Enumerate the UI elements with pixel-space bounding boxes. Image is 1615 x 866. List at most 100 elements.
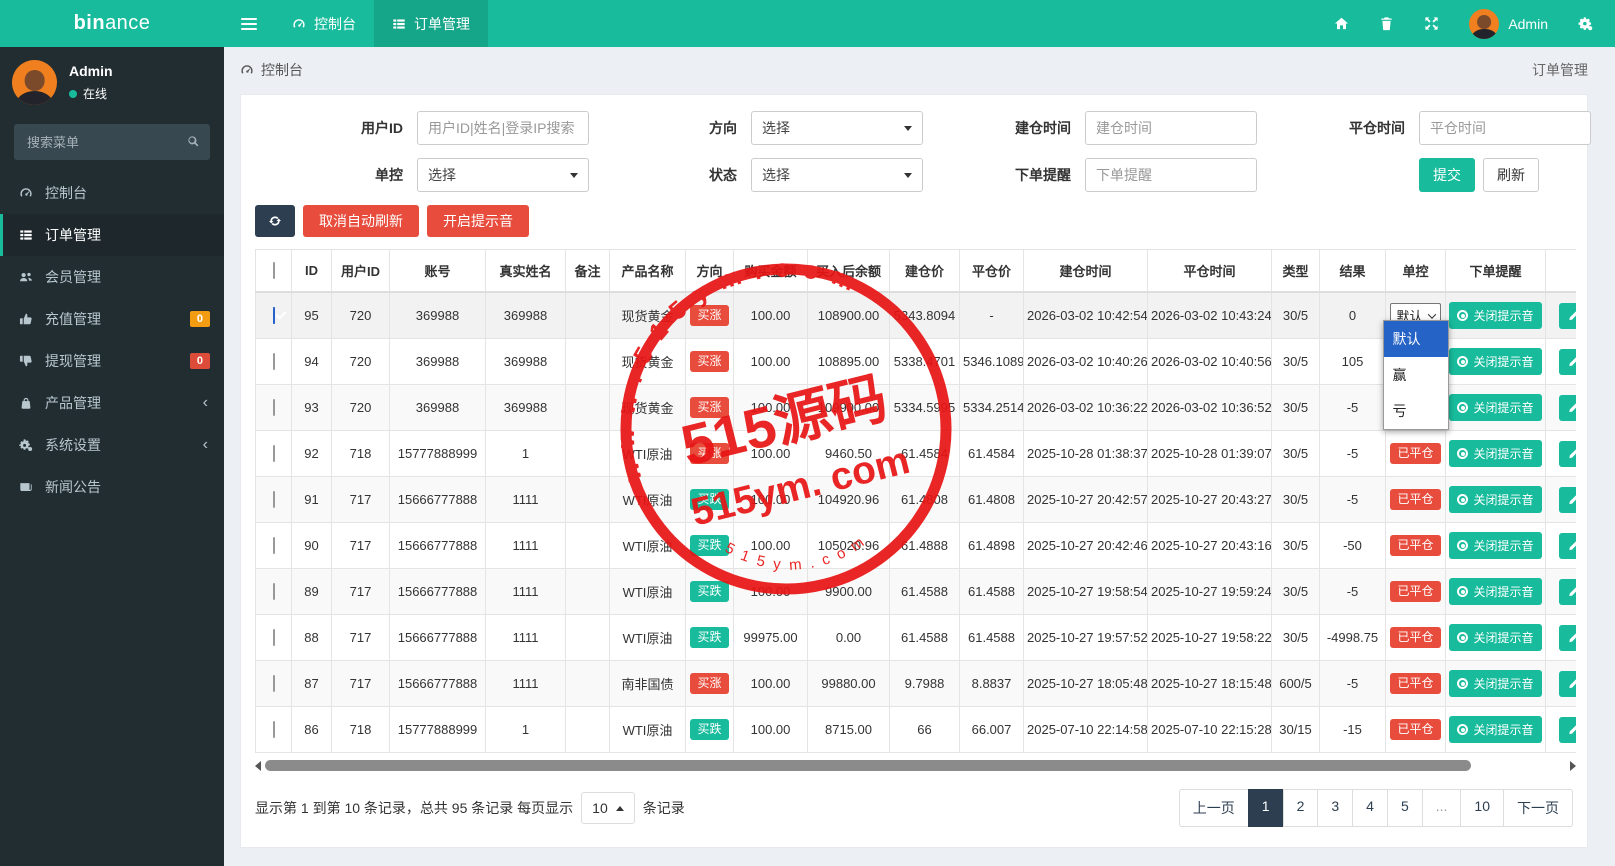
page-button-10[interactable]: 10	[1460, 789, 1504, 827]
top-nav-item-订单管理[interactable]: 订单管理	[374, 0, 488, 47]
column-header[interactable]: 类型	[1271, 249, 1320, 293]
row-checkbox[interactable]	[272, 675, 275, 692]
close-sound-button[interactable]: 关闭提示音	[1449, 302, 1542, 329]
page-button-2[interactable]: 2	[1282, 789, 1319, 827]
user-menu[interactable]: Admin	[1469, 8, 1548, 39]
breadcrumb-current[interactable]: 控制台	[261, 60, 303, 80]
sidebar-item-产品管理[interactable]: 产品管理 ‹	[0, 382, 224, 424]
select-all-checkbox[interactable]	[272, 262, 275, 279]
enable-sound-button[interactable]: 开启提示音	[427, 205, 529, 237]
edit-button[interactable]	[1558, 716, 1576, 743]
edit-button[interactable]	[1558, 624, 1576, 651]
scrollbar-track[interactable]	[265, 760, 1562, 771]
control-option-赢[interactable]: 赢	[1384, 357, 1448, 393]
column-header[interactable]: 账号	[389, 249, 486, 293]
column-header[interactable]: 建仓价	[889, 249, 960, 293]
column-header[interactable]: 下单提醒	[1445, 249, 1546, 293]
page-button-...[interactable]: ...	[1421, 789, 1462, 827]
row-checkbox[interactable]	[272, 583, 275, 600]
column-header[interactable]: ID	[291, 249, 332, 293]
filter-input-用户ID[interactable]	[417, 111, 589, 145]
page-button-上一页[interactable]: 上一页	[1178, 789, 1249, 827]
fullscreen-icon[interactable]	[1424, 16, 1439, 31]
sidebar-item-提现管理[interactable]: 提现管理 0	[0, 340, 224, 382]
row-checkbox[interactable]	[272, 445, 275, 462]
direction-badge-up: 买涨	[690, 351, 729, 372]
home-icon[interactable]	[1334, 16, 1349, 31]
close-sound-button[interactable]: 关闭提示音	[1449, 440, 1542, 467]
close-sound-button[interactable]: 关闭提示音	[1449, 394, 1542, 421]
sidebar-item-新闻公告[interactable]: 新闻公告	[0, 466, 224, 508]
page-button-3[interactable]: 3	[1317, 789, 1354, 827]
column-header[interactable]: 平仓价	[959, 249, 1024, 293]
sidebar-item-会员管理[interactable]: 会员管理	[0, 256, 224, 298]
top-nav-item-控制台[interactable]: 控制台	[274, 0, 374, 47]
control-option-默认[interactable]: 默认	[1383, 321, 1448, 357]
filter-input-建仓时间[interactable]	[1085, 111, 1257, 145]
edit-button[interactable]	[1558, 394, 1576, 421]
edit-button[interactable]	[1558, 670, 1576, 697]
close-sound-button[interactable]: 关闭提示音	[1449, 486, 1542, 513]
row-checkbox[interactable]	[272, 491, 275, 508]
close-sound-button[interactable]: 关闭提示音	[1449, 348, 1542, 375]
close-sound-button[interactable]: 关闭提示音	[1449, 624, 1542, 651]
scroll-right-arrow-icon[interactable]	[1570, 760, 1576, 771]
row-checkbox[interactable]	[272, 629, 275, 646]
settings-gears-icon[interactable]	[1578, 16, 1593, 31]
refresh-filter-button[interactable]: 刷新	[1483, 158, 1539, 192]
column-header[interactable]: 购买金额	[733, 249, 808, 293]
page-button-5[interactable]: 5	[1386, 789, 1423, 827]
app-logo[interactable]: bin ance	[0, 0, 224, 47]
close-sound-button[interactable]: 关闭提示音	[1449, 578, 1542, 605]
filter-select-单控[interactable]: 选择	[417, 158, 589, 192]
horizontal-scrollbar[interactable]	[255, 758, 1576, 773]
column-header[interactable]: 真实姓名	[485, 249, 566, 293]
row-checkbox[interactable]	[272, 353, 275, 370]
search-icon[interactable]	[186, 134, 200, 148]
column-header[interactable]: 备注	[565, 249, 610, 293]
trash-icon[interactable]	[1379, 16, 1394, 31]
column-header[interactable]: 产品名称	[609, 249, 686, 293]
row-checkbox[interactable]	[272, 721, 275, 738]
close-sound-button[interactable]: 关闭提示音	[1449, 670, 1542, 697]
page-button-1[interactable]: 1	[1247, 789, 1284, 827]
sidebar-item-系统设置[interactable]: 系统设置 ‹	[0, 424, 224, 466]
close-sound-button[interactable]: 关闭提示音	[1449, 532, 1542, 559]
column-header[interactable]: 结果	[1319, 249, 1386, 293]
sidebar-search-input[interactable]	[14, 124, 210, 160]
filter-select-状态[interactable]: 选择	[751, 158, 923, 192]
column-header[interactable]: 单控	[1385, 249, 1446, 293]
sidebar-item-控制台[interactable]: 控制台	[0, 172, 224, 214]
column-header[interactable]: 用户ID	[331, 249, 390, 293]
column-header[interactable]: 建仓时间	[1023, 249, 1148, 293]
sidebar-item-订单管理[interactable]: 订单管理	[0, 214, 224, 256]
scroll-left-arrow-icon[interactable]	[255, 760, 261, 771]
sidebar-toggle-button[interactable]	[224, 0, 274, 47]
submit-button[interactable]: 提交	[1419, 158, 1475, 192]
page-button-4[interactable]: 4	[1352, 789, 1388, 827]
edit-button[interactable]	[1558, 486, 1576, 513]
column-header[interactable]: 买入后余额	[807, 249, 890, 293]
edit-button[interactable]	[1558, 532, 1576, 559]
edit-button[interactable]	[1558, 440, 1576, 467]
row-checkbox[interactable]	[272, 537, 275, 554]
filter-input-平仓时间[interactable]	[1419, 111, 1591, 145]
scrollbar-thumb[interactable]	[265, 760, 1472, 771]
cancel-auto-refresh-button[interactable]: 取消自动刷新	[303, 205, 419, 237]
page-size-select[interactable]: 10	[581, 792, 635, 824]
sidebar-item-充值管理[interactable]: 充值管理 0	[0, 298, 224, 340]
control-option-亏[interactable]: 亏	[1384, 393, 1448, 429]
refresh-button[interactable]	[255, 205, 295, 237]
close-sound-button[interactable]: 关闭提示音	[1449, 716, 1542, 743]
page-button-下一页[interactable]: 下一页	[1503, 789, 1573, 827]
filter-input-下单提醒[interactable]	[1085, 158, 1257, 192]
column-header[interactable]: 平仓时间	[1147, 249, 1272, 293]
row-checkbox[interactable]	[272, 399, 275, 416]
edit-button[interactable]	[1558, 578, 1576, 605]
edit-button[interactable]	[1558, 302, 1576, 329]
order-row: 90 717 15666777888 1111 WTI原油 买跌 100.00 105020.…	[255, 522, 1576, 569]
filter-select-方向[interactable]: 选择	[751, 111, 923, 145]
column-header[interactable]: 方向	[685, 249, 734, 293]
edit-button[interactable]	[1558, 348, 1576, 375]
row-checkbox[interactable]	[272, 307, 275, 324]
